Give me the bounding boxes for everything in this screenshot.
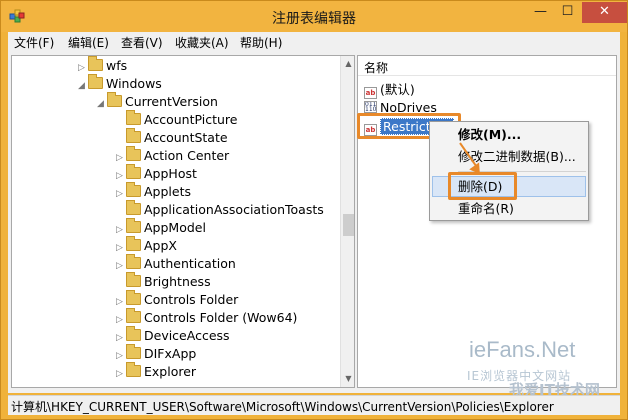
context-menu: 修改(M)... 修改二进制数据(B)... 删除(D) 重命名(R): [429, 121, 589, 221]
folder-icon: [126, 362, 141, 377]
folder-open-icon: [107, 92, 122, 107]
collapse-arrow-icon[interactable]: ◢: [97, 95, 107, 113]
value-row-default[interactable]: ab (默认): [364, 81, 415, 99]
folder-icon: [126, 164, 141, 179]
menu-view[interactable]: 查看(V): [121, 34, 163, 51]
folder-icon: [126, 182, 141, 197]
tree-item-label: Windows: [106, 76, 162, 91]
scroll-down-icon[interactable]: ▼: [341, 371, 354, 387]
tree-item-authentication[interactable]: ▷ Authentication: [116, 254, 236, 273]
tree-item-apphost[interactable]: ▷ AppHost: [116, 164, 197, 183]
tree-item-label: Action Center: [144, 148, 230, 163]
tree-item-currentversion[interactable]: ◢ CurrentVersion: [97, 92, 218, 113]
tree-item-label: CurrentVersion: [125, 94, 218, 109]
maximize-button[interactable]: ☐: [554, 2, 581, 23]
folder-icon: [126, 344, 141, 359]
folder-icon: [126, 128, 141, 143]
tree-item-controls-folder-wow64[interactable]: ▷ Controls Folder (Wow64): [116, 308, 298, 327]
scroll-up-icon[interactable]: ▲: [341, 56, 354, 72]
tree-item-label: DeviceAccess: [144, 328, 230, 343]
menu-favorites[interactable]: 收藏夹(A): [175, 34, 229, 51]
value-name: (默认): [380, 82, 415, 97]
tree-item-applicationassociationtoasts[interactable]: ApplicationAssociationToasts: [116, 200, 324, 219]
tree-item-label: AppHost: [144, 166, 197, 181]
tree-item-label: AppX: [144, 238, 177, 253]
folder-icon: [126, 200, 141, 215]
status-bar-path: 计算机\HKEY_CURRENT_USER\Software\Microsoft…: [8, 395, 620, 415]
key-tree[interactable]: ▷ wfs ◢ Windows ◢ CurrentVersion AccountPic…: [11, 55, 355, 388]
tree-item-label: AppModel: [144, 220, 206, 235]
scroll-thumb[interactable]: [343, 214, 354, 236]
folder-icon: [126, 218, 141, 233]
folder-icon: [126, 254, 141, 269]
menu-help[interactable]: 帮助(H): [240, 34, 282, 51]
tree-item-brightness[interactable]: Brightness: [116, 272, 211, 291]
menu-item-modify[interactable]: 修改(M)...: [458, 125, 521, 145]
tree-item-action-center[interactable]: ▷ Action Center: [116, 146, 230, 165]
tree-item-applets[interactable]: ▷ Applets: [116, 182, 191, 201]
tree-item-deviceaccess[interactable]: ▷ DeviceAccess: [116, 326, 230, 345]
folder-icon: [88, 56, 103, 71]
tree-item-appx[interactable]: ▷ AppX: [116, 236, 177, 255]
tree-item-label: Brightness: [144, 274, 211, 289]
close-button[interactable]: ✕: [582, 2, 627, 23]
watermark-site: ieFans.Net: [469, 337, 576, 362]
menu-file[interactable]: 文件(F): [14, 34, 54, 51]
tree-item-wfs[interactable]: ▷ wfs: [78, 56, 128, 75]
tree-scrollbar[interactable]: ▲ ▼: [340, 56, 354, 387]
expand-arrow-icon[interactable]: ▷: [116, 365, 126, 383]
tree-item-label: Explorer: [144, 364, 197, 379]
folder-icon: [126, 272, 141, 287]
folder-icon: [126, 290, 141, 305]
tree-item-controls-folder[interactable]: ▷ Controls Folder: [116, 290, 239, 309]
folder-open-icon: [88, 74, 103, 89]
tree-item-accountpicture[interactable]: AccountPicture: [116, 110, 238, 129]
folder-icon: [126, 146, 141, 161]
minimize-button[interactable]: —: [527, 2, 554, 23]
folder-icon: [126, 110, 141, 125]
tree-item-windows[interactable]: ◢ Windows: [78, 74, 162, 95]
folder-icon: [126, 308, 141, 323]
tree-item-appmodel[interactable]: ▷ AppModel: [116, 218, 206, 237]
tree-item-label: Controls Folder (Wow64): [144, 310, 298, 325]
registry-editor-window: 注册表编辑器 — ☐ ✕ 文件(F) 编辑(E) 查看(V) 收藏夹(A) 帮助…: [0, 0, 628, 420]
tree-item-label: wfs: [106, 58, 128, 73]
string-value-icon: ab: [364, 87, 377, 99]
menu-edit[interactable]: 编辑(E): [68, 34, 109, 51]
column-header-name[interactable]: 名称: [358, 56, 616, 76]
title-bar[interactable]: 注册表编辑器 — ☐ ✕: [1, 1, 627, 32]
highlight-delete: [448, 172, 517, 200]
tree-item-label: AccountPicture: [144, 112, 238, 127]
tree-item-label: ApplicationAssociationToasts: [144, 202, 324, 217]
tree-item-label: Controls Folder: [144, 292, 239, 307]
tree-item-explorer[interactable]: ▷ Explorer: [116, 362, 197, 383]
collapse-arrow-icon[interactable]: ◢: [78, 77, 88, 95]
menu-bar: 文件(F) 编辑(E) 查看(V) 收藏夹(A) 帮助(H): [8, 32, 620, 52]
tree-item-label: Authentication: [144, 256, 236, 271]
folder-icon: [126, 236, 141, 251]
tree-item-label: DIFxApp: [144, 346, 197, 361]
menu-item-rename[interactable]: 重命名(R): [458, 199, 514, 219]
tree-item-accountstate[interactable]: AccountState: [116, 128, 228, 147]
binary-value-icon: 011 110: [364, 101, 377, 113]
tree-item-label: Applets: [144, 184, 191, 199]
tree-item-label: AccountState: [144, 130, 228, 145]
folder-icon: [126, 326, 141, 341]
tree-item-difxapp[interactable]: ▷ DIFxApp: [116, 344, 197, 363]
